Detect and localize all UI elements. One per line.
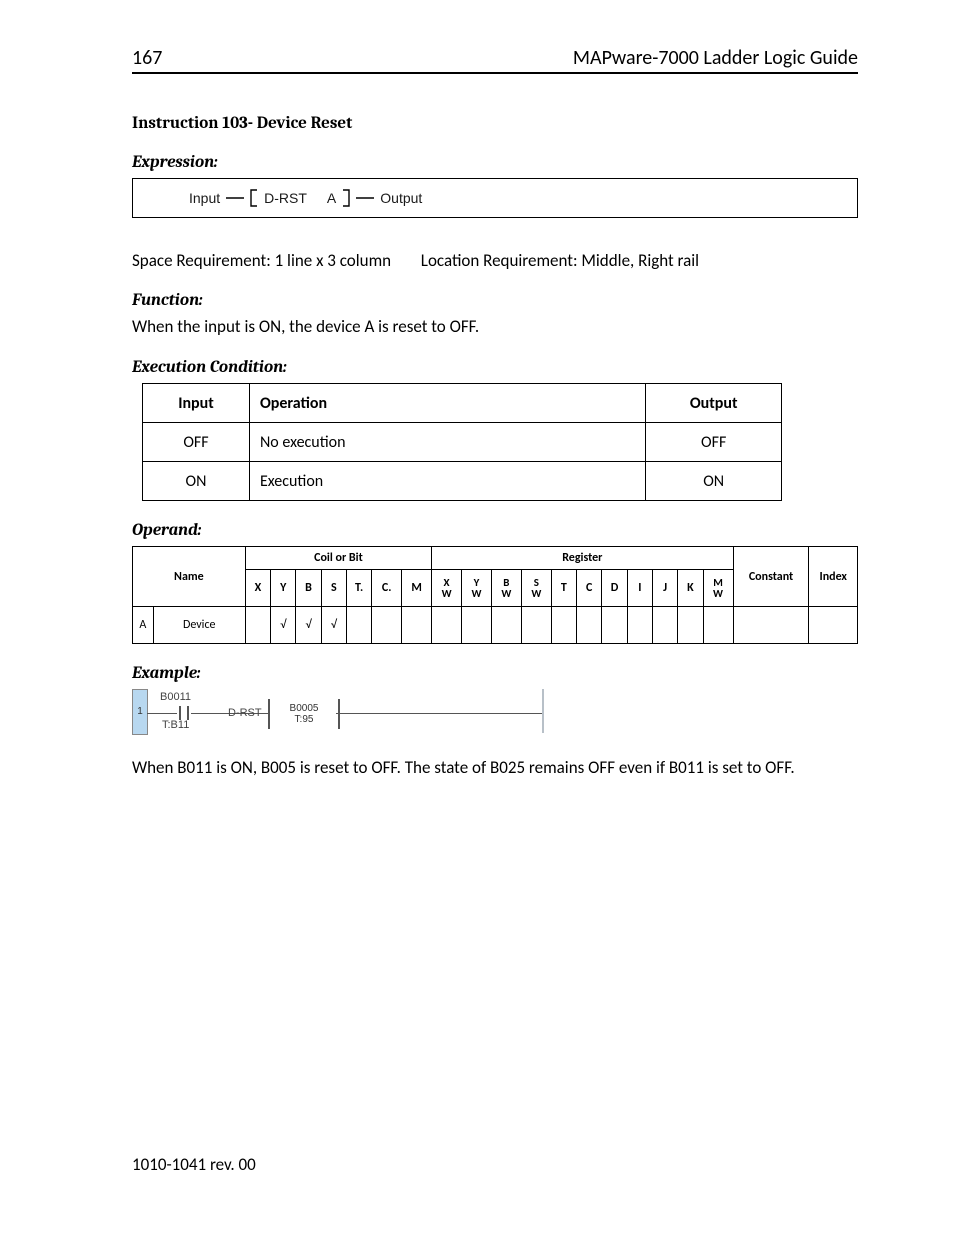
operand-cell <box>627 607 652 644</box>
space-requirement: Space Requirement: 1 line x 3 column <box>132 250 391 271</box>
coil-label-top: B0005 <box>290 703 319 714</box>
operand-cell <box>703 607 733 644</box>
footer-revision: 1010-1041 rev. 00 <box>132 1154 256 1175</box>
expression-heading: Expression: <box>132 153 858 172</box>
coil-label-bottom: T:95 <box>295 714 314 725</box>
function-heading: Function: <box>132 291 858 310</box>
exec-header-output: Output <box>646 384 782 423</box>
operand-col: S <box>321 570 346 607</box>
operand-group-index: Index <box>809 547 858 607</box>
operand-col: BW <box>491 570 521 607</box>
page: 167 MAPware-7000 Ladder Logic Guide Inst… <box>0 0 954 1235</box>
operand-group-register: Register <box>432 547 733 570</box>
operand-col: YW <box>462 570 492 607</box>
example-text: When B011 is ON, B005 is reset to OFF. T… <box>132 757 858 779</box>
operand-key: A <box>133 607 154 644</box>
exec-header-operation: Operation <box>249 384 645 423</box>
operand-cell <box>491 607 521 644</box>
contact-label-bottom: T:B11 <box>162 719 189 731</box>
exec-cell: No execution <box>249 423 645 462</box>
operand-col: D <box>602 570 627 607</box>
operand-cell <box>372 607 402 644</box>
operand-cell <box>346 607 371 644</box>
wire-icon <box>226 188 244 208</box>
operand-col: C. <box>372 570 402 607</box>
function-text: When the input is ON, the device A is re… <box>132 316 858 338</box>
expression-block-label: D-RST <box>264 190 307 206</box>
expression-output-label: Output <box>380 190 422 206</box>
exec-cell: ON <box>143 462 250 501</box>
exec-cell: OFF <box>646 423 782 462</box>
operand-group-constant: Constant <box>733 547 809 607</box>
operand-cell <box>577 607 602 644</box>
operand-table: Name Coil or Bit Register Constant Index… <box>132 546 858 644</box>
operand-cell <box>678 607 703 644</box>
operand-col: X <box>245 570 270 607</box>
expression-input-label: Input <box>189 190 220 206</box>
operand-cell <box>809 607 858 644</box>
exec-cell: OFF <box>143 423 250 462</box>
operand-name-header: Name <box>133 547 246 607</box>
expression-diagram: Input D-RST A Output <box>132 178 858 218</box>
operand-col: XW <box>432 570 462 607</box>
operand-cell: √ <box>296 607 321 644</box>
operand-col: SW <box>521 570 551 607</box>
bracket-left-icon <box>250 188 258 208</box>
example-heading: Example: <box>132 664 858 683</box>
operand-cell <box>652 607 677 644</box>
exec-cell: Execution <box>249 462 645 501</box>
operand-cell: √ <box>321 607 346 644</box>
expression-operand-label: A <box>327 190 336 206</box>
operand-cell <box>602 607 627 644</box>
operand-cell <box>551 607 576 644</box>
table-row: A Device √ √ √ <box>133 607 858 644</box>
operand-cell <box>402 607 432 644</box>
rung-number: 1 <box>132 689 148 735</box>
operand-heading: Operand: <box>132 521 858 540</box>
coil-icon: B0005 T:95 <box>268 699 340 729</box>
execution-heading: Execution Condition: <box>132 358 858 377</box>
operand-cell <box>462 607 492 644</box>
table-row: OFF No execution OFF <box>143 423 782 462</box>
operand-col: T <box>551 570 576 607</box>
operand-col: C <box>577 570 602 607</box>
operand-col: K <box>678 570 703 607</box>
wire-icon <box>356 188 374 208</box>
section-title: Instruction 103- Device Reset <box>132 114 858 133</box>
page-header: 167 MAPware-7000 Ladder Logic Guide <box>132 46 858 74</box>
operand-group-coil: Coil or Bit <box>245 547 431 570</box>
operand-col: Y <box>271 570 296 607</box>
operand-name: Device <box>153 607 245 644</box>
exec-cell: ON <box>646 462 782 501</box>
page-number: 167 <box>132 46 162 70</box>
requirements-line: Space Requirement: 1 line x 3 column Loc… <box>132 250 858 271</box>
contact-label-top: B0011 <box>160 691 191 703</box>
location-requirement: Location Requirement: Middle, Right rail <box>421 250 699 271</box>
document-title: MAPware-7000 Ladder Logic Guide <box>573 46 858 70</box>
bracket-right-icon <box>342 188 350 208</box>
operand-col: T. <box>346 570 371 607</box>
table-row: ON Execution ON <box>143 462 782 501</box>
operand-col: B <box>296 570 321 607</box>
operand-col: MW <box>703 570 733 607</box>
operand-cell <box>245 607 270 644</box>
operand-cell <box>432 607 462 644</box>
operand-col: M <box>402 570 432 607</box>
operand-col: J <box>652 570 677 607</box>
example-diagram: 1 B0011 T:B11 D-RST B0005 T:95 <box>132 689 544 733</box>
operand-cell: √ <box>271 607 296 644</box>
operand-col: I <box>627 570 652 607</box>
exec-header-input: Input <box>143 384 250 423</box>
operand-cell <box>521 607 551 644</box>
execution-table: Input Operation Output OFF No execution … <box>142 383 782 501</box>
example-block-label: D-RST <box>228 707 262 719</box>
operand-cell <box>733 607 809 644</box>
